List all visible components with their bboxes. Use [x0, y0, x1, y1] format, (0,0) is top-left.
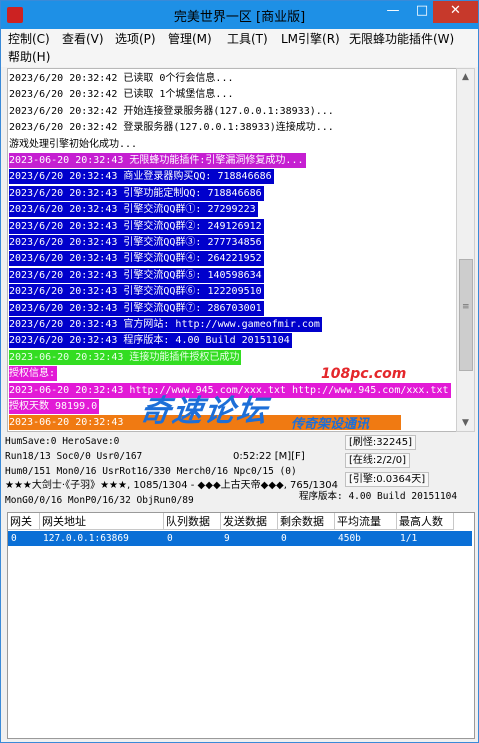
menu-control[interactable]: 控制(C): [7, 31, 51, 48]
log-line: 2023-06-20 20:32:43 连接功能插件授权已成功: [9, 349, 242, 365]
log-line: 2023/6/20 20:32:43 引擎交流QQ群③: 277734856: [9, 235, 264, 250]
col-queue-data[interactable]: 队列数据: [164, 513, 221, 530]
log-line: 2023/6/20 20:32:43 程序版本: 4.00 Build 2015…: [9, 333, 292, 349]
log-line: 2023/6/20 20:32:43 引擎交流QQ群②: 249126912: [9, 218, 264, 234]
log-line: 2023/6/20 20:32:42 已读取 1个城堡信息...: [9, 89, 234, 101]
log-line: 游戏处理引擎初始化成功...: [9, 138, 138, 150]
grip-icon: ≡: [462, 302, 470, 312]
cell-sent: 9: [224, 533, 230, 544]
col-max-users[interactable]: 最高人数: [397, 513, 454, 530]
log-line: 2023/6/20 20:32:43 引擎交流QQ群①: 27299223: [9, 202, 258, 218]
menu-bar: 控制(C) 查看(V) 选项(P) 管理(M) 工具(T) LM引擎(R) 无限…: [1, 29, 478, 67]
log-line: 2023/6/20 20:32:42 登录服务器(127.0.0.1:38933…: [9, 122, 334, 134]
menu-plugin[interactable]: 无限蜂功能插件(W): [348, 31, 455, 48]
log-line: 授权天数 98199.0: [9, 399, 100, 414]
menu-tools[interactable]: 工具(T): [226, 31, 269, 48]
watermark-url: 108pc.com: [321, 366, 407, 382]
status-refresh-monster: [刷怪:32245]: [345, 435, 416, 450]
close-button[interactable]: ✕: [433, 1, 478, 23]
status-save: HumSave:0 HeroSave:0: [5, 436, 120, 447]
col-avg-traffic[interactable]: 平均流量: [335, 513, 397, 530]
log-scrollbar[interactable]: ▲ ≡ ▼: [456, 68, 475, 432]
cell-avg-traffic: 450b: [338, 533, 361, 544]
menu-lm-engine[interactable]: LM引擎(R): [280, 31, 341, 48]
status-hum: Hum0/151 Mon0/16 UsrRot16/330 Merch0/16 …: [5, 466, 297, 477]
log-line: 2023/6/20 20:32:43 官方网站: http://www.game…: [9, 317, 322, 332]
cell-address: 127.0.0.1:63869: [43, 533, 129, 544]
status-players: ★★★大剑士·《子羽》★★★, 1085/1304 - ◆◆◆上古天帝◆◆◆, …: [5, 480, 338, 491]
watermark-slogan: 传奇架设通讯: [291, 417, 370, 432]
title-bar[interactable]: 完美世界一区 [商业版] — □ ✕: [1, 1, 478, 29]
cell-remaining: 0: [281, 533, 287, 544]
log-line: 2023/6/20 20:32:43 引擎交流QQ群④: 264221952: [9, 251, 264, 267]
log-line: 2023/6/20 20:32:43 引擎交流QQ群⑤: 140598634: [9, 267, 264, 283]
menu-view[interactable]: 查看(V): [61, 31, 105, 48]
log-line: 2023/6/20 20:32:43 引擎交流QQ群⑦: 286703001: [9, 300, 264, 316]
scroll-down-icon[interactable]: ▼: [457, 415, 474, 431]
col-remaining-data[interactable]: 剩余数据: [278, 513, 335, 530]
col-sent-data[interactable]: 发送数据: [221, 513, 278, 530]
log-line: 2023/6/20 20:32:42 已读取 0个行会信息...: [9, 73, 234, 84]
minimize-button[interactable]: —: [378, 1, 408, 23]
log-line: 2023/6/20 20:32:43 商业登录器购买QQ: 718846686: [9, 169, 274, 185]
status-panel: HumSave:0 HeroSave:0 [刷怪:32245] Run18/13…: [5, 433, 475, 511]
cell-queue: 0: [167, 533, 173, 544]
status-engine: [引擎:0.0364天]: [345, 472, 430, 487]
status-time: 0:52:22 [M][F]: [233, 451, 305, 462]
log-line: 授权信息:: [9, 366, 58, 382]
main-window: 完美世界一区 [商业版] — □ ✕ 控制(C) 查看(V) 选项(P) 管理(…: [0, 0, 479, 743]
status-mon: MonG0/0/16 MonP0/16/32 ObjRun0/89: [5, 495, 194, 506]
status-version: 程序版本: 4.00 Build 20151104: [299, 491, 458, 502]
gateway-table[interactable]: 网关 网关地址 队列数据 发送数据 剩余数据 平均流量 最高人数 0 127.0…: [7, 512, 475, 739]
table-row[interactable]: 0 127.0.0.1:63869 0 9 0 450b 1/1: [8, 531, 472, 546]
log-line: 2023-06-20 20:32:43 无限蜂功能插件:引擎漏洞修复成功...: [9, 153, 306, 168]
log-line: 2023/6/20 20:32:42 开始连接登录服务器(127.0.0.1:3…: [9, 105, 334, 117]
menu-options[interactable]: 选项(P): [114, 31, 157, 48]
watermark-logo: 奇速论坛: [138, 394, 271, 429]
status-online: [在线:2/2/0]: [345, 453, 410, 468]
col-gateway-address[interactable]: 网关地址: [40, 513, 164, 530]
cell-max-users: 1/1: [400, 533, 418, 544]
status-run: Run18/13 Soc0/0 Usr0/167: [5, 451, 143, 462]
scroll-up-icon[interactable]: ▲: [457, 69, 474, 85]
log-line: 2023/6/20 20:32:43 引擎功能定制QQ: 718846686: [9, 185, 264, 201]
menu-help[interactable]: 帮助(H): [7, 49, 51, 66]
scroll-thumb[interactable]: ≡: [459, 259, 473, 371]
menu-manage[interactable]: 管理(M): [167, 31, 213, 48]
log-line: 2023/6/20 20:32:43 引擎交流QQ群⑥: 122209510: [9, 284, 264, 300]
cell-gateway: 0: [11, 533, 17, 544]
col-gateway[interactable]: 网关: [8, 513, 40, 530]
